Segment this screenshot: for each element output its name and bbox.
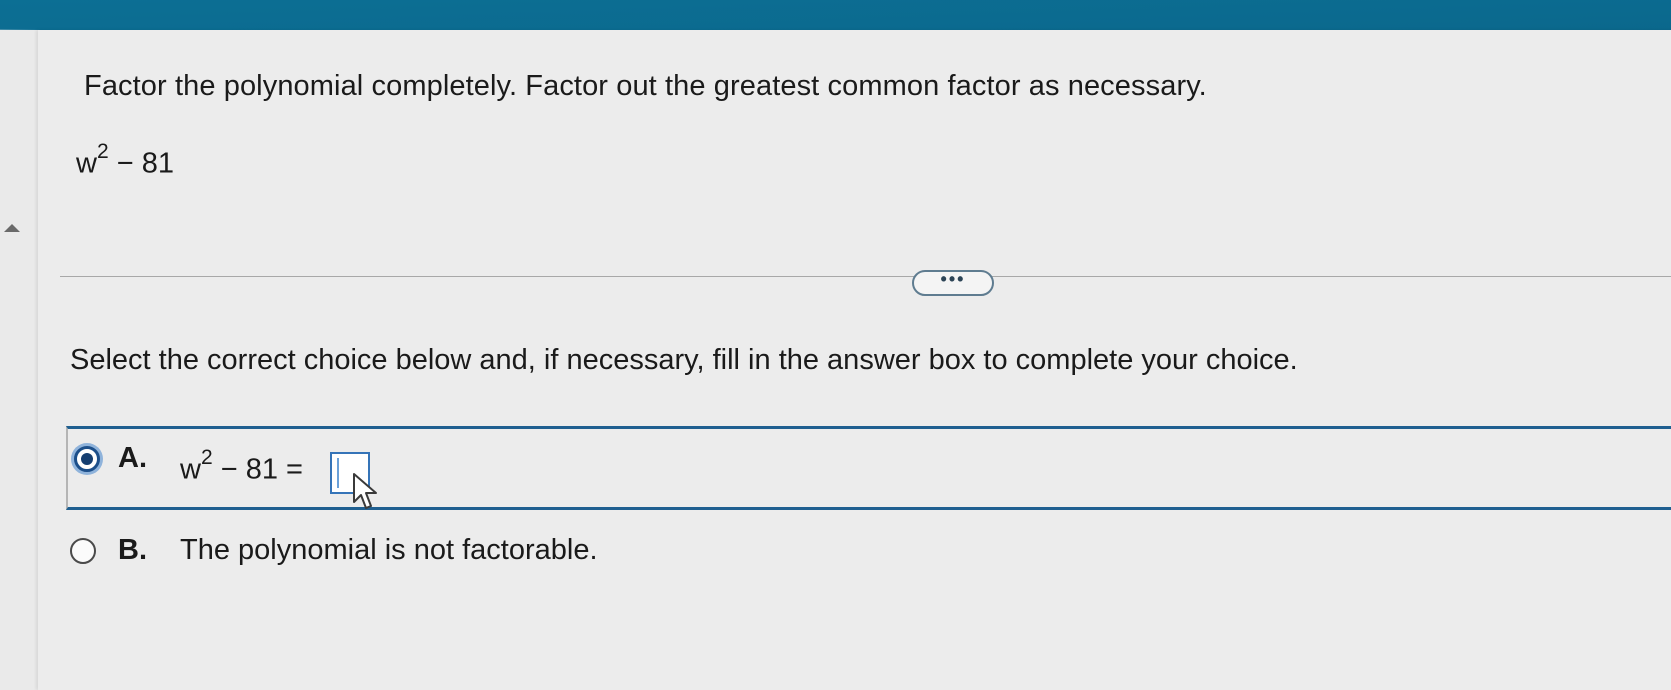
- choice-a-highlight[interactable]: [66, 426, 1671, 510]
- expression-base: w: [76, 147, 97, 180]
- text-caret: [337, 458, 339, 488]
- choice-b-text: The polynomial is not factorable.: [180, 534, 598, 566]
- instructions-text: Select the correct choice below and, if …: [70, 344, 1298, 376]
- expression-exponent: 2: [96, 140, 109, 163]
- question-prompt: Factor the polynomial completely. Factor…: [84, 70, 1207, 102]
- choice-a-radio[interactable]: [74, 446, 100, 472]
- section-divider: [60, 276, 1671, 277]
- more-options-button[interactable]: •••: [912, 270, 994, 296]
- choice-b-radio[interactable]: [70, 538, 96, 564]
- choice-a-expr-exponent: 2: [200, 446, 213, 469]
- choice-b-letter: B.: [118, 534, 147, 566]
- expression-rest: − 81: [108, 147, 174, 180]
- choice-a-expr-rest: − 81 =: [212, 453, 303, 486]
- choice-a-expr-base: w: [180, 453, 201, 486]
- choice-a-letter: A.: [118, 442, 147, 474]
- mouse-pointer-icon: [353, 473, 377, 509]
- polynomial-expression: w2 − 81: [76, 140, 174, 181]
- choice-a-expression: w2 − 81 =: [180, 446, 303, 487]
- triangle-up-icon[interactable]: [4, 224, 20, 232]
